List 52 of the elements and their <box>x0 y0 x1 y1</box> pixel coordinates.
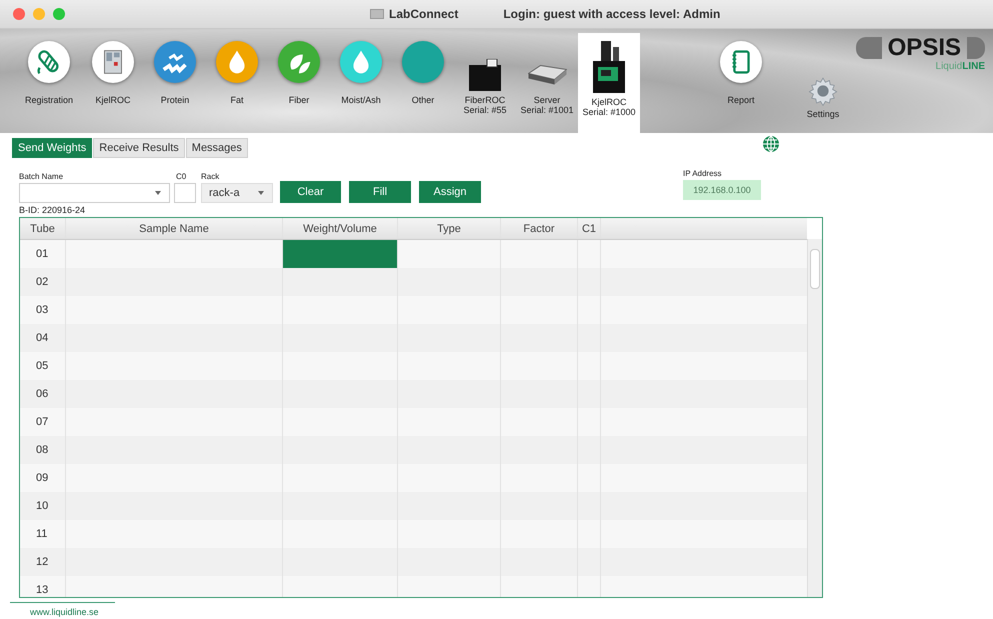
action-button[interactable]: Fill <box>349 181 411 203</box>
device-icon <box>469 59 501 91</box>
close-button[interactable] <box>13 8 25 20</box>
rack-dropdown[interactable]: rack-a <box>201 183 273 203</box>
column-header[interactable]: Factor <box>501 218 578 239</box>
field-label: Batch Name <box>19 172 64 181</box>
table-cell: 13 <box>20 576 66 597</box>
table-cell[interactable] <box>283 240 398 268</box>
toolbar-item[interactable]: KjelROC Serial: #1000 <box>578 33 640 135</box>
column-header[interactable]: Type <box>398 218 501 239</box>
device-icon <box>593 41 625 93</box>
batch-name-dropdown[interactable] <box>19 183 170 203</box>
caret-icon <box>258 191 264 195</box>
website-link[interactable]: www.liquidline.se <box>10 602 115 617</box>
action-button[interactable]: Clear <box>280 181 341 203</box>
toolbar-item[interactable]: Report <box>710 29 772 133</box>
window-title: LabConnect <box>389 7 458 21</box>
field-label: IP Address <box>683 169 723 178</box>
batch-id: B-ID: 220916-24 <box>18 205 86 217</box>
logo-wordmark: OPSIS <box>856 37 985 59</box>
toolbar-item[interactable]: Registration <box>18 29 80 133</box>
logo-subtitle: LiquidLINE <box>936 61 985 72</box>
tab[interactable]: Messages <box>186 138 248 158</box>
toolbar-item[interactable]: Other <box>392 29 454 133</box>
column-header[interactable]: Sample Name <box>66 218 283 239</box>
column-header[interactable]: Weight/Volume <box>283 218 398 239</box>
toolbar-item[interactable]: Server Serial: #1001 <box>516 29 578 133</box>
toolbar-item[interactable]: Protein <box>144 29 206 133</box>
toolbar-item[interactable]: Moist/Ash <box>330 29 392 133</box>
login-status: Login: guest with access level: Admin <box>503 7 720 21</box>
field-label: C0 <box>176 172 188 181</box>
ip-address-field[interactable]: 192.168.0.100 <box>683 180 761 200</box>
scrollbar-thumb[interactable] <box>810 249 820 289</box>
scrollbar[interactable] <box>807 239 822 597</box>
app-icon <box>370 9 384 19</box>
caret-icon <box>155 191 161 195</box>
tab[interactable]: Receive Results <box>93 138 185 158</box>
action-button[interactable]: Assign <box>419 181 481 203</box>
field-label: Rack <box>201 172 220 181</box>
tab[interactable]: Send Weights <box>12 138 92 158</box>
minimize-button[interactable] <box>33 8 45 20</box>
toolbar-item[interactable]: KjelROC <box>82 29 144 133</box>
column-header[interactable]: Tube <box>20 218 66 239</box>
toolbar-item[interactable]: Fat <box>206 29 268 133</box>
device-icon <box>528 65 566 85</box>
toolbar-item[interactable]: FiberROC Serial: #55 <box>454 29 516 133</box>
zoom-button[interactable] <box>53 8 65 20</box>
column-header[interactable]: C1 <box>578 218 601 239</box>
c0-field[interactable] <box>174 183 196 203</box>
globe-icon[interactable] <box>762 135 780 153</box>
toolbar-item[interactable]: Settings <box>792 29 854 163</box>
toolbar-item[interactable]: Fiber <box>268 29 330 133</box>
